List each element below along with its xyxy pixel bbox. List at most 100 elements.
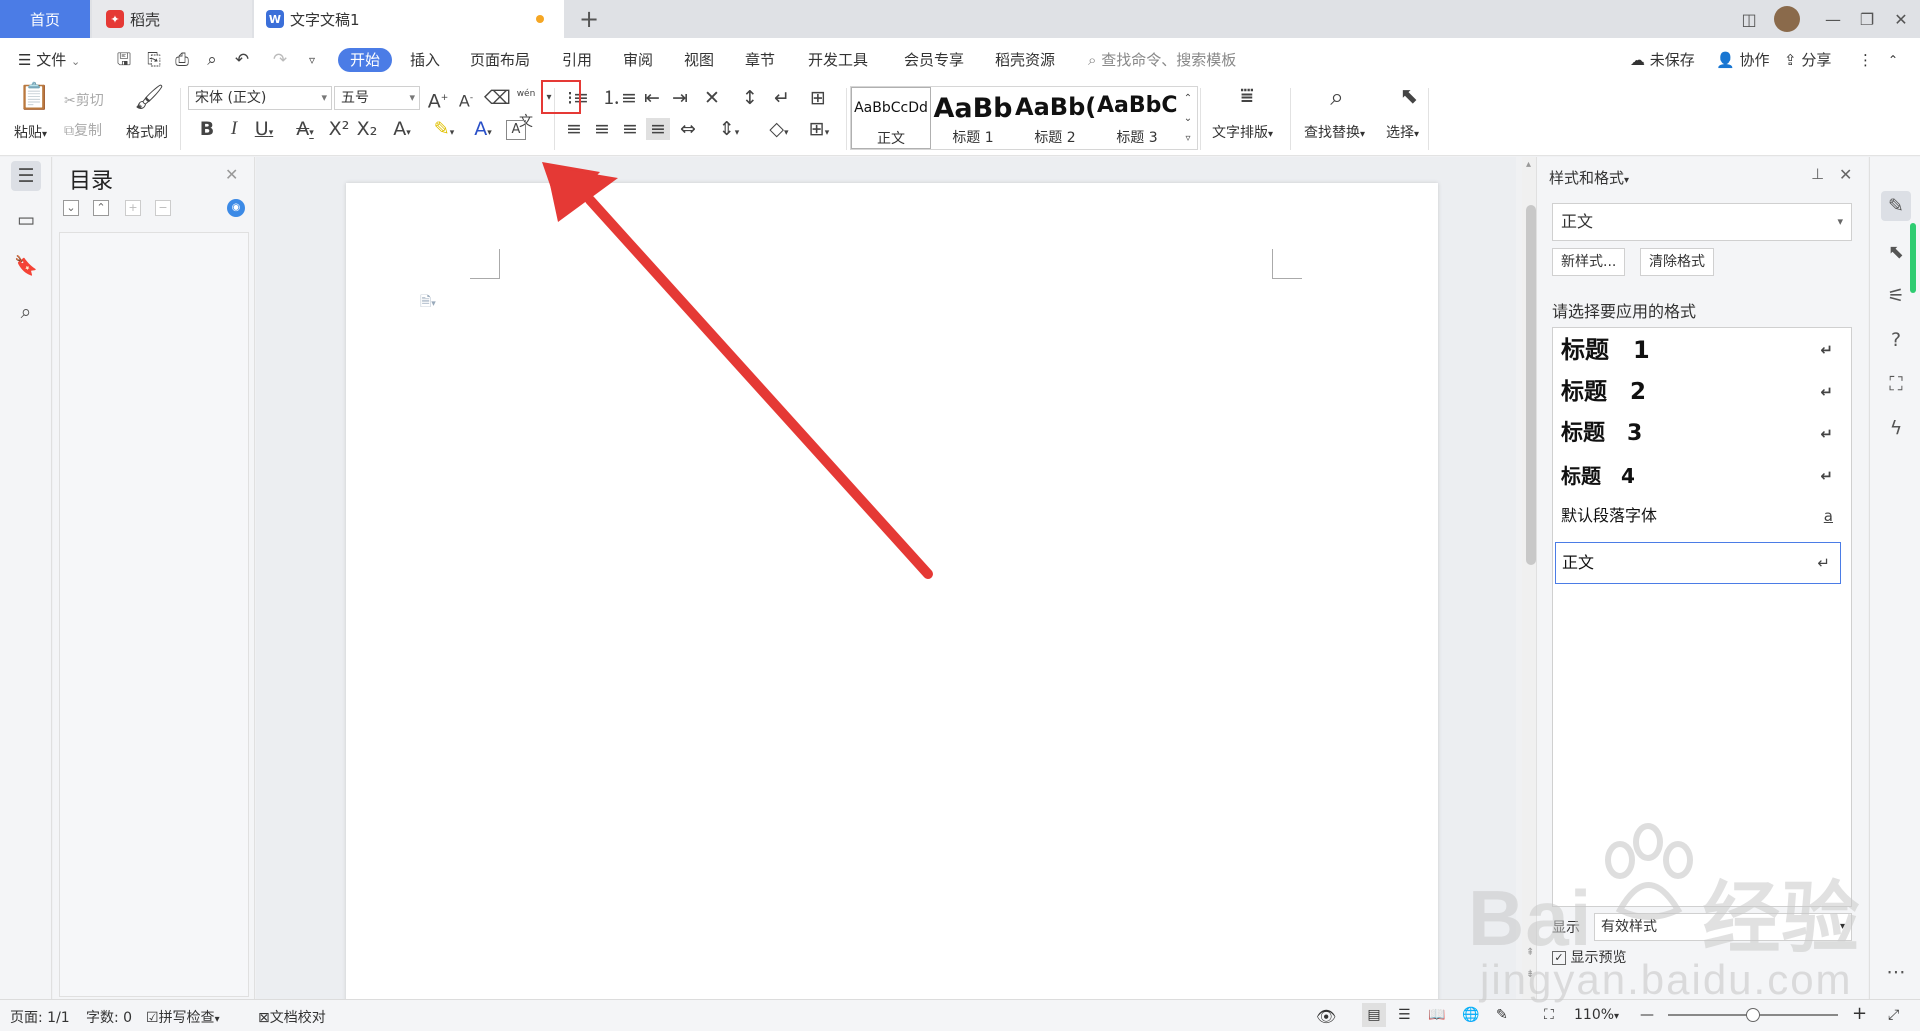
scrollbar-thumb[interactable] [1526,205,1536,565]
export-pdf-icon[interactable]: ⎘ [144,50,164,70]
web-view-icon[interactable]: 🌐 [1462,1007,1479,1023]
strikethrough-icon[interactable]: A▾ [290,118,320,144]
file-menu[interactable]: ☰ 文件 ⌄ [18,48,80,72]
navigation-icon[interactable]: ▭ [11,205,41,235]
search-icon[interactable]: ⌕ [11,297,41,327]
share-button[interactable]: ⇪ 分享 [1784,48,1831,72]
layout-icon[interactable]: ◫ [1728,0,1770,38]
tab-home[interactable]: 首页 [0,0,90,38]
collapse-icon[interactable]: ⌃ [93,200,109,216]
char-border-icon[interactable]: A [506,120,526,140]
superscript-icon[interactable]: X² [328,118,350,140]
lightning-icon[interactable]: ϟ [1881,413,1911,443]
subscript-icon[interactable]: X₂ [356,118,378,140]
next-page-icon[interactable]: ⇟ [1526,969,1534,980]
eraser-icon[interactable]: ⌫ [484,87,511,109]
select-button[interactable]: 选择▾ [1386,122,1419,142]
paragraph-mark-icon[interactable]: ↵ [766,87,798,109]
style-heading-2[interactable]: AaBb( 标题 2 [1015,87,1095,149]
font-color-icon[interactable]: A▾ [466,118,500,144]
close-window-button[interactable]: ✕ [1880,0,1920,38]
styles-panel-header[interactable]: 样式和格式▾ [1549,167,1629,188]
save-icon[interactable]: 🖫 [114,50,134,70]
command-search[interactable]: ⌕ 查找命令、搜索模板 [1088,48,1236,72]
spell-check-button[interactable]: ☑拼写检查▾ [146,1007,220,1027]
page-indicator[interactable]: 页面: 1/1 [10,1007,70,1027]
smart-toc-icon[interactable]: ◉ [227,199,245,217]
fit-page-icon[interactable]: ⛶ [1544,1007,1554,1023]
borders-icon[interactable]: ⊞▾ [802,118,836,144]
tab-review[interactable]: 审阅 [623,48,653,72]
redo-icon[interactable]: ↷ [270,50,290,70]
new-style-button[interactable]: 新样式... [1552,248,1626,276]
tab-stops-icon[interactable]: ⊞ [804,87,832,109]
cut-button[interactable]: ✂剪切 [64,90,104,110]
text-layout-icon[interactable]: ⩸ [1232,86,1262,108]
document-page[interactable]: 🗎▾ [346,183,1438,1003]
more-menu-icon[interactable]: ⋮ [1858,48,1873,72]
remove-level-icon[interactable]: − [155,200,171,216]
tab-references[interactable]: 引用 [562,48,592,72]
pen-icon[interactable]: ✎ [1881,191,1911,221]
collab-button[interactable]: 👤 协作 [1716,48,1769,72]
styles-scroll-icon[interactable]: ⌃ ⌄ ▿ [1179,89,1197,149]
list-item[interactable]: 默认段落字体 a [1561,496,1843,536]
settings-sliders-icon[interactable]: ⚟ [1881,281,1911,311]
collapse-ribbon-icon[interactable]: ⌃ [1888,48,1898,72]
decrease-indent-icon[interactable]: ⇤ [640,87,664,109]
chinese-layout-icon[interactable]: ✕ [696,87,728,109]
format-painter-button[interactable]: 格式刷 [126,122,168,142]
font-size-select[interactable]: 五号 [334,86,420,110]
zoom-select[interactable]: 110%▾ [1574,1007,1619,1023]
sort-icon[interactable]: ↕ [738,87,762,109]
font-name-select[interactable]: 宋体 (正文) [188,86,332,110]
close-icon[interactable]: ✕ [225,165,238,184]
style-heading-1[interactable]: AaBb 标题 1 [933,87,1013,149]
text-layout-button[interactable]: 文字排版▾ [1212,122,1273,142]
outline-view-icon[interactable]: ☰ [1398,1007,1411,1023]
add-level-icon[interactable]: + [125,200,141,216]
print-preview-icon[interactable]: ⌕ [202,50,222,70]
style-normal[interactable]: AaBbCcDd 正文 [851,87,931,149]
find-replace-button[interactable]: 查找替换▾ [1304,122,1365,142]
clear-format-button[interactable]: 清除格式 [1640,248,1714,276]
image-edit-icon[interactable]: ⛶ [1881,369,1911,399]
list-item[interactable]: 标题 1 ↵ [1561,330,1843,370]
pin-icon[interactable]: ⊥ [1811,165,1824,183]
show-preview-row[interactable]: ✓ 显示预览 [1552,947,1626,967]
cursor-icon[interactable]: ⬉ [1881,237,1911,267]
list-item[interactable]: 标题 3 ↵ [1561,414,1843,454]
numbered-list-icon[interactable]: ⒈≡ [602,87,637,109]
current-style-select[interactable]: 正文 ▾ [1552,203,1852,241]
tab-daoke-resources[interactable]: 稻壳资源 [995,48,1055,72]
increase-indent-icon[interactable]: ⇥ [668,87,692,109]
prev-page-icon[interactable]: ⇞ [1526,947,1534,958]
tab-chapter[interactable]: 章节 [745,48,775,72]
paragraph-handle-icon[interactable]: 🗎▾ [420,291,436,315]
shading-icon[interactable]: ◇▾ [762,118,796,144]
page-view-icon[interactable]: ▤ [1362,1003,1386,1027]
avatar[interactable] [1766,0,1808,38]
style-heading-3[interactable]: AaBbC( 标题 3 [1097,87,1177,149]
tab-insert[interactable]: 插入 [410,48,440,72]
tab-view[interactable]: 视图 [684,48,714,72]
find-icon[interactable]: ⌕ [1322,85,1352,109]
justify-icon[interactable]: ≡ [646,118,670,140]
reading-view-icon[interactable]: 📖 [1428,1007,1445,1023]
fullscreen-icon[interactable]: ⤢ [1888,1007,1899,1023]
highlight-icon[interactable]: ✎▾ [426,118,462,144]
italic-icon[interactable]: I [224,118,244,140]
write-mode-icon[interactable]: ✎ [1496,1007,1508,1023]
copy-button[interactable]: ⧉复制 [64,120,102,140]
word-count[interactable]: 字数: 0 [86,1007,132,1027]
align-right-icon[interactable]: ≡ [618,118,642,140]
list-item[interactable]: 标题 4 ↵ [1561,456,1843,496]
proofread-button[interactable]: ⊠文档校对 [258,1007,326,1027]
paste-icon[interactable]: 📋 [18,84,50,118]
list-item[interactable]: 正文 ↵ [1555,542,1841,584]
list-item[interactable]: 标题 2 ↵ [1561,372,1843,412]
line-spacing-icon[interactable]: ⇕▾ [712,118,746,144]
paste-button[interactable]: 粘贴▾ [14,122,47,142]
bold-icon[interactable]: B [196,118,218,140]
expand-icon[interactable]: ⌄ [63,200,79,216]
